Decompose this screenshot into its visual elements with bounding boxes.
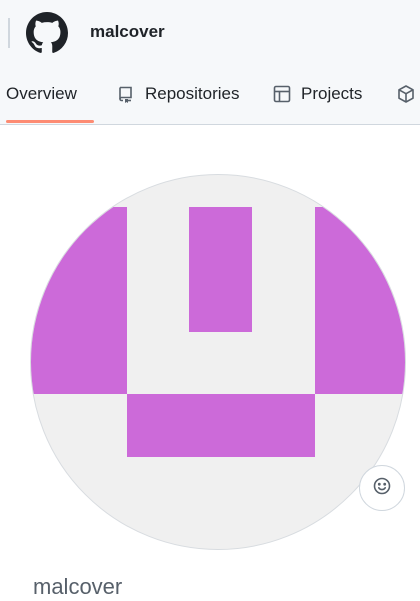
avatar-block	[31, 207, 127, 394]
header-username[interactable]: malcover	[90, 22, 165, 42]
avatar-block	[315, 207, 405, 394]
tab-repositories-label: Repositories	[145, 84, 240, 103]
profile-username: malcover	[33, 574, 123, 599]
header-divider	[8, 18, 10, 48]
github-logo-icon[interactable]	[26, 12, 68, 54]
profile-page: malcover Overview Repositories Projects …	[0, 0, 420, 601]
repo-icon	[116, 84, 136, 104]
package-icon	[396, 84, 416, 104]
tab-projects-label: Projects	[301, 84, 363, 103]
tab-repositories[interactable]: Repositories	[116, 82, 240, 106]
avatar-block	[127, 394, 315, 457]
tab-overview[interactable]: Overview	[6, 82, 77, 106]
tab-packages[interactable]	[396, 82, 420, 106]
tab-overview-label: Overview	[6, 84, 77, 103]
active-tab-underline	[6, 120, 94, 123]
profile-tabs: Overview Repositories Projects	[0, 64, 420, 125]
avatar-block	[189, 207, 252, 332]
table-icon	[272, 84, 292, 104]
top-header: malcover	[0, 0, 420, 64]
smiley-icon	[372, 476, 392, 501]
set-status-button[interactable]	[359, 465, 405, 511]
profile-avatar[interactable]	[30, 174, 406, 550]
tab-projects[interactable]: Projects	[272, 82, 362, 106]
